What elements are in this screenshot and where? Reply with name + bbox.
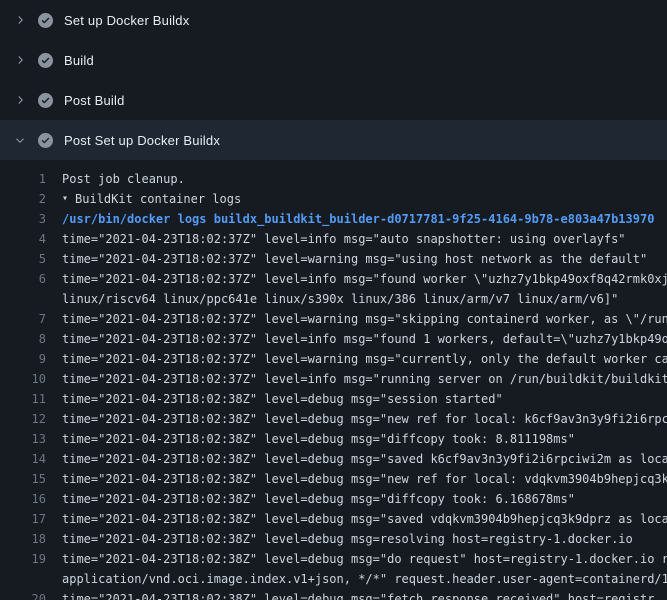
check-circle-icon <box>38 53 53 68</box>
line-number[interactable]: 3 <box>0 209 62 229</box>
workflow-log-viewer: Set up Docker Buildx Build Post Build <box>0 0 667 600</box>
log-section-header[interactable]: Set up Docker Buildx <box>0 0 667 40</box>
section-label: Set up Docker Buildx <box>64 13 189 28</box>
line-number[interactable]: 20 <box>0 589 62 600</box>
line-number[interactable]: 12 <box>0 409 62 429</box>
log-line-text: time="2021-04-23T18:02:37Z" level=warnin… <box>62 249 647 269</box>
log-line: 8 ▾ time="2021-04-23T18:02:37Z" level=in… <box>0 329 667 349</box>
log-line-text: time="2021-04-23T18:02:37Z" level=info m… <box>62 229 626 249</box>
chevron-right-icon <box>12 14 28 26</box>
line-number[interactable]: 14 <box>0 449 62 469</box>
line-number[interactable]: 19 <box>0 549 62 569</box>
log-line-text: time="2021-04-23T18:02:38Z" level=debug … <box>62 389 503 409</box>
line-number[interactable]: 8 <box>0 329 62 349</box>
log-line-text: Post job cleanup. <box>62 169 185 189</box>
log-line-text: time="2021-04-23T18:02:38Z" level=debug … <box>62 449 667 469</box>
log-line: 3 ▾ /usr/bin/docker logs buildx_buildkit… <box>0 209 667 229</box>
log-line-text: time="2021-04-23T18:02:38Z" level=debug … <box>62 429 575 449</box>
log-line: 14 ▾ time="2021-04-23T18:02:38Z" level=d… <box>0 449 667 469</box>
line-number[interactable]: 17 <box>0 509 62 529</box>
log-line-text: time="2021-04-23T18:02:37Z" level=info m… <box>62 269 667 289</box>
line-number[interactable]: 11 <box>0 389 62 409</box>
line-number[interactable]: 2 <box>0 189 62 209</box>
line-number[interactable]: 13 <box>0 429 62 449</box>
log-section-header[interactable]: Build <box>0 40 667 80</box>
section-label: Post Build <box>64 93 125 108</box>
log-line-text: time="2021-04-23T18:02:38Z" level=debug … <box>62 589 654 600</box>
log-line: 13 ▾ time="2021-04-23T18:02:38Z" level=d… <box>0 429 667 449</box>
log-line: 15 ▾ time="2021-04-23T18:02:38Z" level=d… <box>0 469 667 489</box>
log-line: 18 ▾ time="2021-04-23T18:02:38Z" level=d… <box>0 529 667 549</box>
check-circle-icon <box>38 13 53 28</box>
log-line: 16 ▾ time="2021-04-23T18:02:38Z" level=d… <box>0 489 667 509</box>
line-number[interactable]: 5 <box>0 249 62 269</box>
line-number[interactable]: 6 <box>0 269 62 289</box>
line-number[interactable]: 18 <box>0 529 62 549</box>
log-line: 4 ▾ time="2021-04-23T18:02:37Z" level=in… <box>0 229 667 249</box>
log-line-text: /usr/bin/docker logs buildx_buildkit_bui… <box>62 209 654 229</box>
log-line: 20 ▾ time="2021-04-23T18:02:38Z" level=d… <box>0 589 667 600</box>
chevron-right-icon <box>12 94 28 106</box>
log-section-header[interactable]: Post Build <box>0 80 667 120</box>
log-line: ▾ linux/riscv64 linux/ppc641e linux/s390… <box>0 289 667 309</box>
log-line: 6 ▾ time="2021-04-23T18:02:37Z" level=in… <box>0 269 667 289</box>
check-circle-icon <box>38 93 53 108</box>
check-circle-icon <box>38 133 53 148</box>
log-output: 1 ▾ Post job cleanup. 2 ▾ BuildKit conta… <box>0 160 667 600</box>
log-line-text: time="2021-04-23T18:02:37Z" level=info m… <box>62 369 667 389</box>
line-number[interactable]: 15 <box>0 469 62 489</box>
group-toggle-icon[interactable]: ▾ <box>62 189 75 209</box>
log-line: 5 ▾ time="2021-04-23T18:02:37Z" level=wa… <box>0 249 667 269</box>
log-line: 10 ▾ time="2021-04-23T18:02:37Z" level=i… <box>0 369 667 389</box>
log-line-text: time="2021-04-23T18:02:37Z" level=warnin… <box>62 309 667 329</box>
log-line: 19 ▾ time="2021-04-23T18:02:38Z" level=d… <box>0 549 667 569</box>
log-line-text: time="2021-04-23T18:02:37Z" level=info m… <box>62 329 667 349</box>
log-line-text: time="2021-04-23T18:02:38Z" level=debug … <box>62 409 667 429</box>
log-line-text: time="2021-04-23T18:02:37Z" level=warnin… <box>62 349 667 369</box>
log-line-text: time="2021-04-23T18:02:38Z" level=debug … <box>62 469 667 489</box>
line-number[interactable] <box>0 289 62 309</box>
log-line: 7 ▾ time="2021-04-23T18:02:37Z" level=wa… <box>0 309 667 329</box>
log-line: 9 ▾ time="2021-04-23T18:02:37Z" level=wa… <box>0 349 667 369</box>
log-line: 11 ▾ time="2021-04-23T18:02:38Z" level=d… <box>0 389 667 409</box>
log-line-text: time="2021-04-23T18:02:38Z" level=debug … <box>62 509 667 529</box>
line-number[interactable]: 9 <box>0 349 62 369</box>
log-line: 12 ▾ time="2021-04-23T18:02:38Z" level=d… <box>0 409 667 429</box>
line-number[interactable]: 1 <box>0 169 62 189</box>
chevron-right-icon <box>12 54 28 66</box>
line-number[interactable]: 7 <box>0 309 62 329</box>
log-line-text: application/vnd.oci.image.index.v1+json,… <box>62 569 667 589</box>
log-section-header[interactable]: Post Set up Docker Buildx <box>0 120 667 160</box>
log-line-text: linux/riscv64 linux/ppc641e linux/s390x … <box>62 289 618 309</box>
log-line: 1 ▾ Post job cleanup. <box>0 169 667 189</box>
log-line: 2 ▾ BuildKit container logs <box>0 189 667 209</box>
log-line-text: BuildKit container logs <box>75 189 241 209</box>
line-number[interactable]: 4 <box>0 229 62 249</box>
line-number[interactable] <box>0 569 62 589</box>
log-line-text: time="2021-04-23T18:02:38Z" level=debug … <box>62 529 633 549</box>
line-number[interactable]: 10 <box>0 369 62 389</box>
section-label: Build <box>64 53 94 68</box>
line-number[interactable]: 16 <box>0 489 62 509</box>
log-line: ▾ application/vnd.oci.image.index.v1+jso… <box>0 569 667 589</box>
log-line-text: time="2021-04-23T18:02:38Z" level=debug … <box>62 549 667 569</box>
section-label: Post Set up Docker Buildx <box>64 133 220 148</box>
log-line-text: time="2021-04-23T18:02:38Z" level=debug … <box>62 489 575 509</box>
chevron-down-icon <box>12 134 28 146</box>
log-line: 17 ▾ time="2021-04-23T18:02:38Z" level=d… <box>0 509 667 529</box>
